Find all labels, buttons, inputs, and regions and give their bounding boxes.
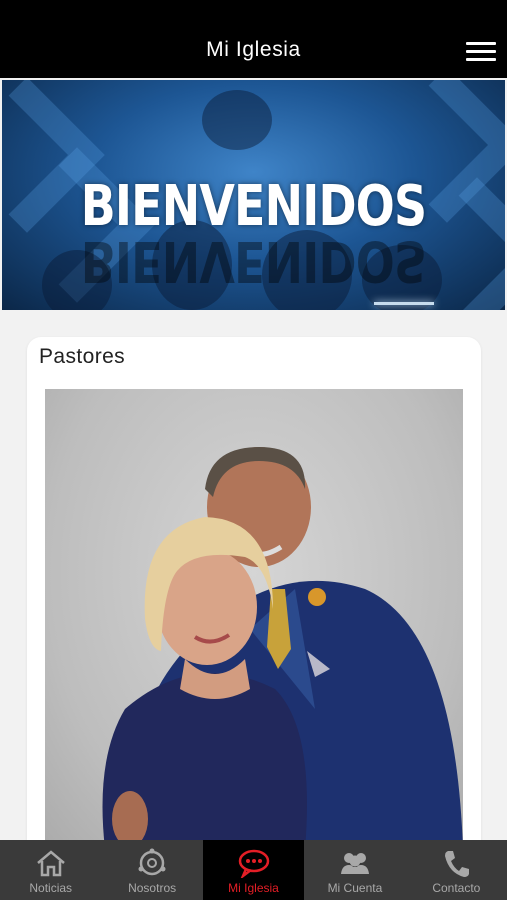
people-icon [340, 853, 369, 874]
banner-title-reflection: BIENVENIDOS [80, 228, 427, 293]
bottom-tab-bar: Noticias Nosotros Mi Iglesia Mi Cuenta C… [0, 840, 507, 900]
top-bar: Mi Iglesia [0, 0, 507, 78]
welcome-banner: BIENVENIDOS BIENVENIDOS [2, 80, 505, 310]
tab-contacto[interactable]: Contacto [406, 840, 507, 900]
chat-bubble-icon [238, 849, 269, 878]
page-title: Mi Iglesia [206, 38, 301, 61]
tab-noticias[interactable]: Noticias [0, 840, 101, 900]
hamburger-menu-icon[interactable] [466, 42, 496, 64]
tab-label: Noticias [29, 881, 73, 895]
phone-icon [445, 851, 470, 877]
pastores-card: Pastores [27, 337, 481, 857]
info-circle-icon [138, 848, 166, 876]
tab-label: Contacto [432, 881, 481, 895]
tab-mi-iglesia[interactable]: Mi Iglesia [202, 840, 305, 900]
tab-mi-cuenta[interactable]: Mi Cuenta [304, 840, 405, 900]
tab-nosotros[interactable]: Nosotros [101, 840, 202, 900]
tab-label: Mi Cuenta [327, 881, 383, 895]
section-title: Pastores [39, 345, 126, 368]
home-icon [36, 850, 65, 877]
pastors-photo[interactable] [45, 389, 463, 849]
tab-label: Mi Iglesia [228, 881, 279, 895]
tab-label: Nosotros [128, 881, 177, 895]
banner-sparkle [374, 302, 434, 305]
